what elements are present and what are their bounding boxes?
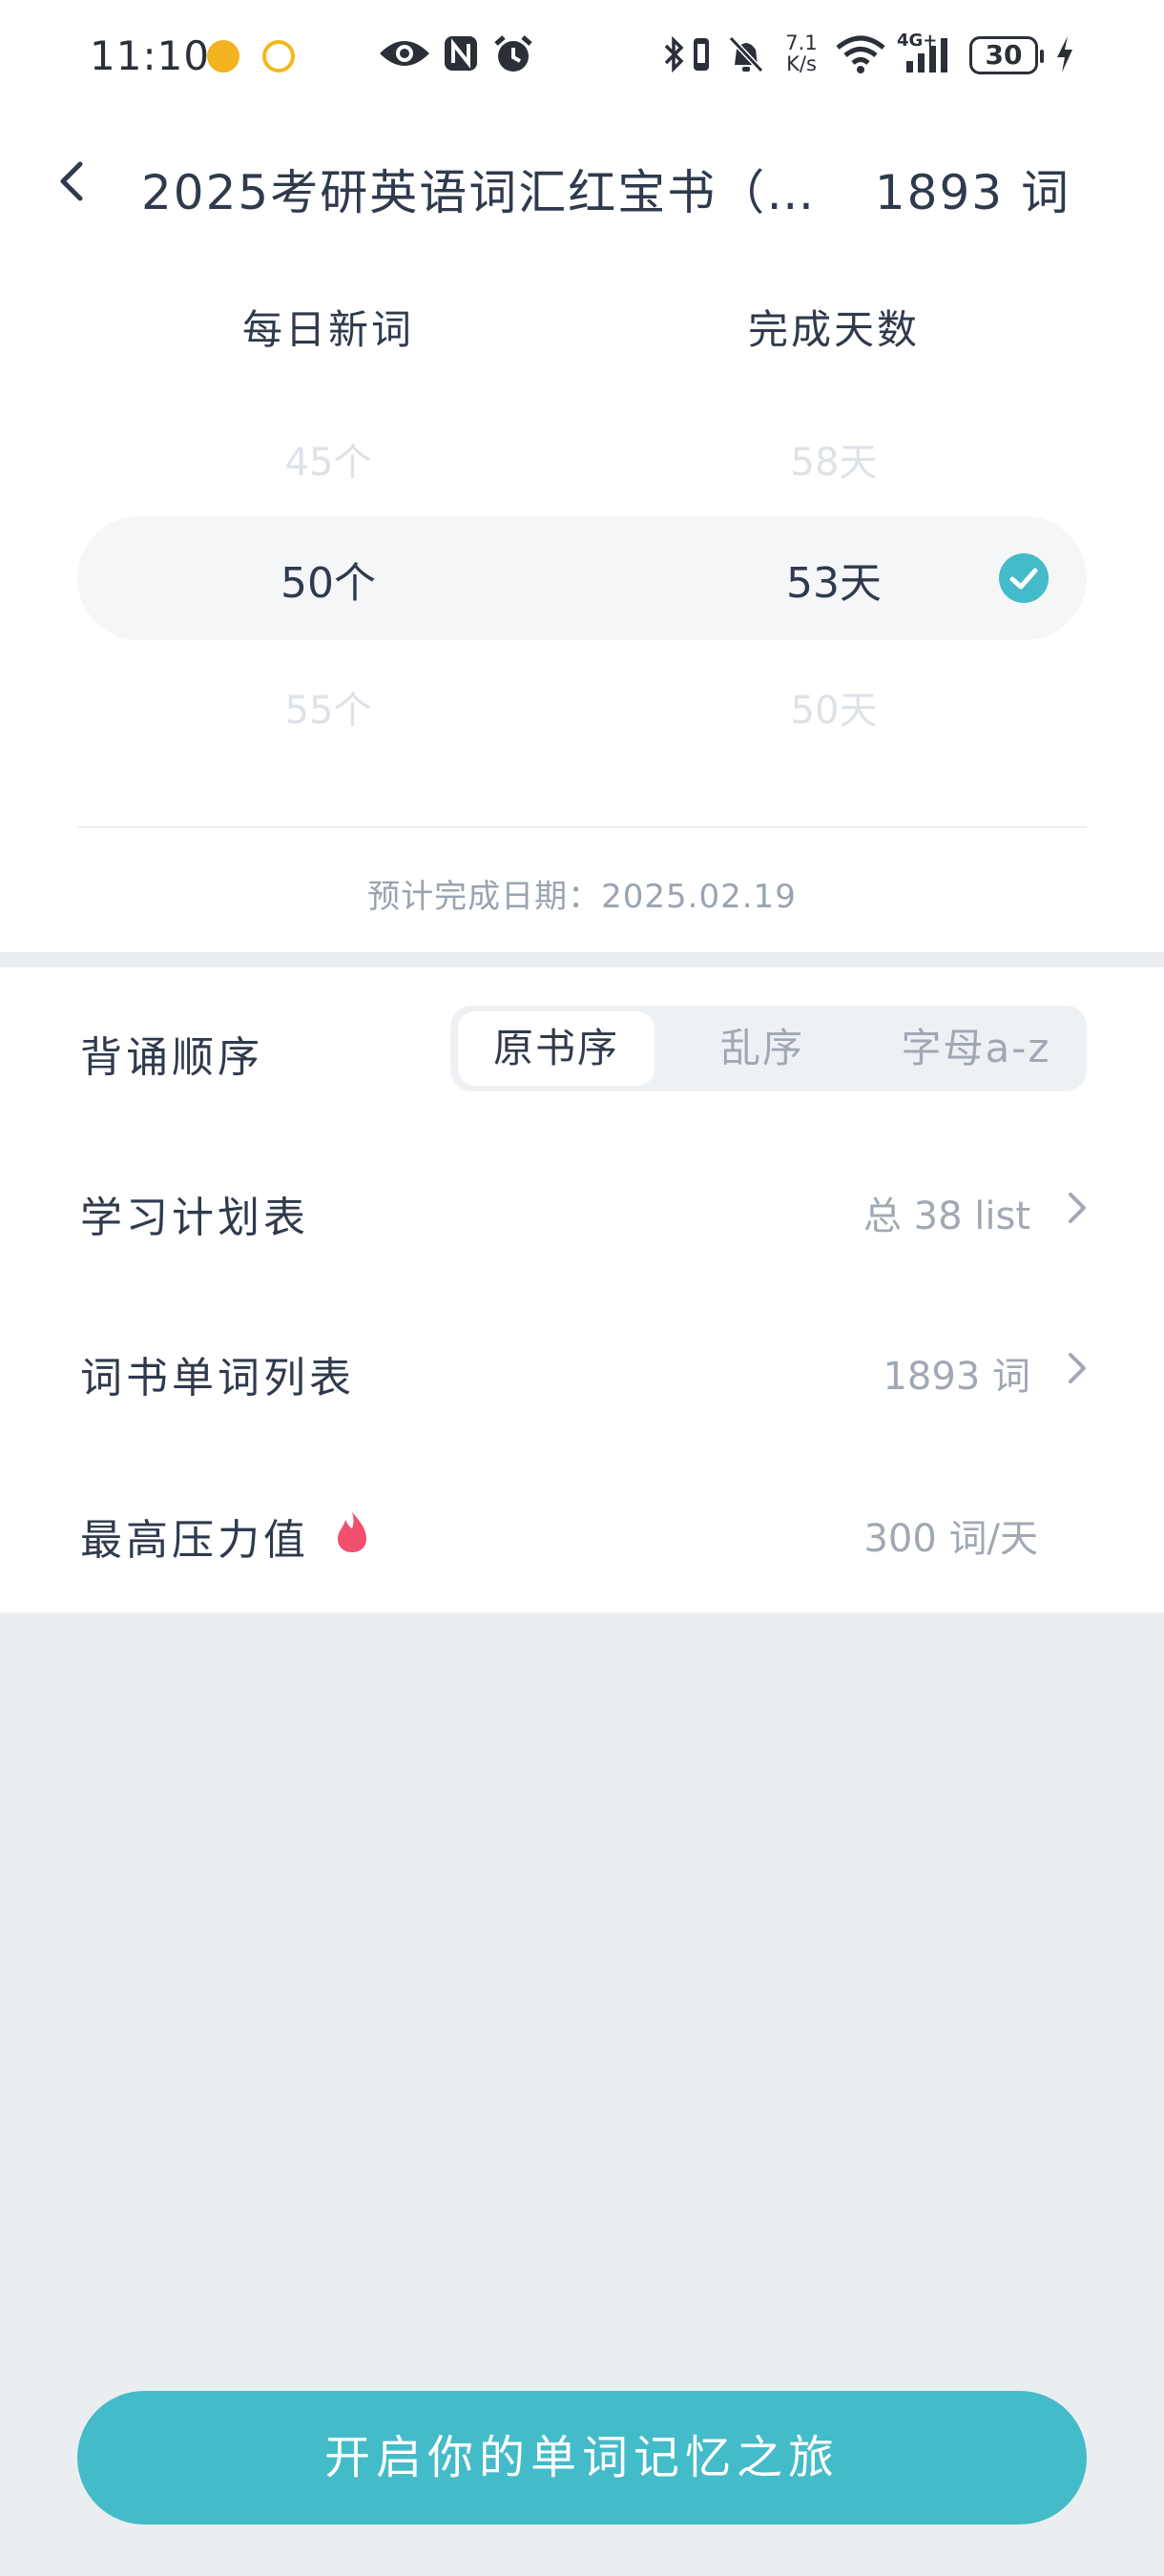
daily-words-header: 每日新词	[241, 306, 414, 353]
flame-icon	[338, 1512, 366, 1552]
status-bar: 11:10 7.1 K/s 4G+ 30	[0, 0, 1164, 114]
word-list-value: 1893 词	[883, 1355, 1030, 1399]
wifi-icon	[836, 35, 885, 73]
divider	[77, 826, 1087, 828]
chevron-right-icon	[1069, 1193, 1086, 1223]
daily-words-option[interactable]: 55个	[185, 679, 471, 735]
signal-icon	[906, 38, 947, 73]
study-plan-page: 11:10 7.1 K/s 4G+ 30 2025考研英语词汇红宝书（必… 18…	[0, 0, 1164, 2576]
daily-words-selected[interactable]: 50个	[185, 549, 471, 610]
max-pressure-label: 最高压力值	[80, 1516, 309, 1565]
start-learning-button[interactable]: 开启你的单词记忆之旅	[77, 2391, 1087, 2524]
alarm-icon	[494, 35, 532, 72]
finish-days-selected[interactable]: 53天	[691, 549, 977, 610]
study-plan-row[interactable]: 学习计划表 总 38 list	[0, 1139, 1164, 1282]
browser-app-icon	[262, 40, 295, 73]
network-speed: 7.1 K/s	[785, 31, 818, 75]
word-list-label: 词书单词列表	[80, 1354, 355, 1402]
recite-order-segmented-control: 原书序 乱序 字母a-z	[450, 1006, 1087, 1091]
chevron-right-icon	[1069, 1353, 1086, 1383]
order-option-alphabetical[interactable]: 字母a-z	[870, 1011, 1082, 1086]
check-icon	[999, 553, 1049, 603]
charging-icon	[1057, 36, 1072, 73]
book-word-count: 1893 词	[874, 165, 1070, 220]
status-time: 11:10	[90, 32, 211, 79]
recite-order-label: 背诵顺序	[80, 1033, 263, 1082]
header: 2025考研英语词汇红宝书（必… 1893 词	[0, 134, 1164, 229]
back-icon[interactable]	[50, 156, 99, 206]
daily-words-option[interactable]: 45个	[185, 431, 471, 487]
word-list-row[interactable]: 词书单词列表 1893 词	[0, 1299, 1164, 1443]
estimated-finish-date: 预计完成日期：2025.02.19	[367, 878, 797, 916]
eye-icon	[380, 41, 429, 66]
study-plan-value: 总 38 list	[863, 1195, 1030, 1238]
finish-days-option[interactable]: 58天	[691, 431, 977, 487]
bluetooth-icon	[664, 35, 684, 73]
nfc-icon	[445, 36, 477, 71]
order-option-random[interactable]: 乱序	[664, 1011, 861, 1086]
max-pressure-value: 300 词/天	[863, 1517, 1038, 1561]
finish-days-header: 完成天数	[747, 306, 920, 353]
qq-app-icon	[207, 40, 239, 73]
battery-indicator: 30	[969, 36, 1044, 74]
vibrate-icon	[694, 38, 709, 71]
finish-days-option[interactable]: 50天	[691, 679, 977, 735]
study-plan-label: 学习计划表	[80, 1194, 309, 1242]
order-option-book[interactable]: 原书序	[458, 1011, 655, 1086]
mute-bell-icon	[728, 35, 764, 73]
book-title: 2025考研英语词汇红宝书（必…	[141, 165, 859, 220]
